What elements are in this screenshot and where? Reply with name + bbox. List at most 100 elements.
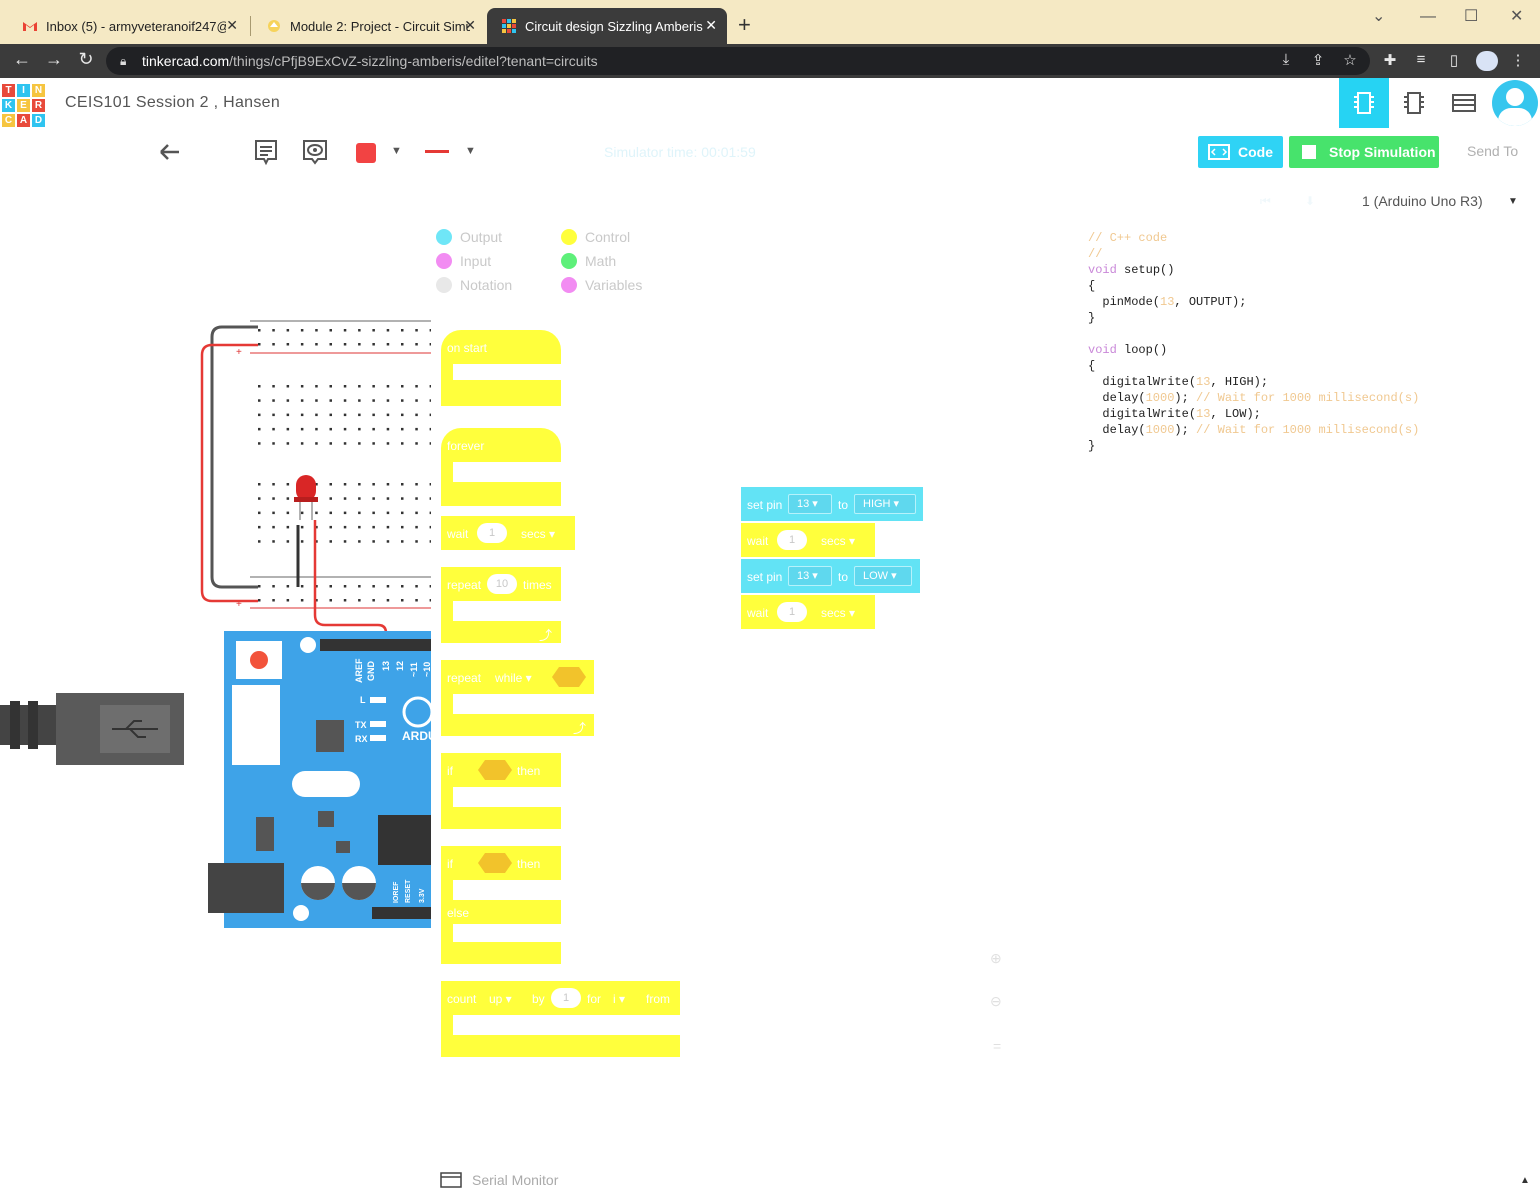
secs-dropdown[interactable]: secs ▾ (821, 534, 855, 548)
new-tab-button[interactable]: + (738, 12, 751, 38)
block-footer (441, 807, 561, 829)
forever-block[interactable]: forever (441, 428, 561, 462)
repeat-while-block[interactable]: repeat while ▾ (441, 660, 594, 694)
color-swatch[interactable] (356, 143, 376, 163)
wait-value-input[interactable]: 1 (477, 523, 507, 543)
url-field[interactable]: 🔒︎ tinkercad.com/things/cPfjB9ExCvZ-sizz… (106, 47, 1370, 75)
zoom-in-icon[interactable]: ⊕ (990, 950, 1002, 967)
tinkercad-logo[interactable]: T I N K E R C A D (2, 82, 46, 127)
pin-dropdown[interactable]: 13 ▾ (788, 494, 832, 514)
legend-variables[interactable]: Variables (561, 277, 642, 293)
chevron-down-icon[interactable]: ▼ (391, 145, 402, 157)
close-icon[interactable]: ✕ (464, 17, 476, 34)
chevron-down-icon[interactable]: ⌄ (1372, 6, 1385, 26)
circuit-canvas[interactable]: + + AREF GND 13 12 ~11 ~10 L TX RX ARD I… (0, 315, 431, 930)
chevron-down-icon[interactable]: ▼ (1508, 196, 1518, 207)
usb-cable[interactable] (0, 693, 184, 765)
pin-dropdown[interactable]: 13 ▾ (788, 566, 832, 586)
condition-slot[interactable] (551, 666, 587, 688)
zoom-out-icon[interactable]: ⊖ (990, 993, 1002, 1010)
chevron-down-icon[interactable]: ▼ (465, 145, 476, 157)
chip-select[interactable]: 1 (Arduino Uno R3) (1362, 193, 1483, 209)
menu-icon[interactable]: ⋮ (1508, 51, 1528, 69)
stop-simulation-button[interactable]: Stop Simulation (1289, 136, 1439, 168)
schematic-view-button[interactable] (1389, 78, 1439, 128)
fit-icon[interactable]: = (993, 1038, 1001, 1054)
on-start-block[interactable]: on start (441, 330, 561, 364)
close-icon[interactable]: ✕ (226, 17, 238, 34)
star-icon[interactable]: ☆ (1340, 51, 1360, 69)
legend-output[interactable]: Output (436, 229, 502, 245)
side-panel-icon[interactable]: ▯ (1444, 51, 1464, 69)
repeat-count-input[interactable]: 10 (487, 574, 517, 594)
legend-math[interactable]: Math (561, 253, 616, 269)
set-pin-high-block[interactable]: set pin 13 ▾ to HIGH ▾ (741, 487, 923, 521)
loop-arrow-icon: ⤴ (573, 721, 587, 736)
repeat-block[interactable]: repeat 10 times (441, 567, 561, 601)
tab-tinkercad[interactable]: Circuit design Sizzling Amberis | T ✕ (487, 8, 727, 44)
user-avatar[interactable] (1492, 80, 1538, 126)
set-pin-low-block[interactable]: set pin 13 ▾ to LOW ▾ (741, 559, 920, 593)
reload-icon[interactable]: ↻ (74, 49, 98, 70)
forward-icon[interactable]: → (42, 49, 66, 70)
count-by-input[interactable]: 1 (551, 988, 581, 1008)
if-else-block[interactable]: if then (441, 846, 561, 880)
legend-label: Math (585, 253, 617, 269)
serial-monitor-button[interactable]: Serial Monitor (440, 1172, 558, 1188)
if-block[interactable]: if then (441, 753, 561, 787)
debug-icon[interactable]: ⬇ (1305, 194, 1315, 208)
legend-input[interactable]: Input (436, 253, 491, 269)
undo-icon[interactable] (158, 141, 182, 163)
url-path: /things/cPfjB9ExCvZ-sizzling-amberis/edi… (229, 53, 598, 69)
state-dropdown[interactable]: LOW ▾ (854, 566, 912, 586)
chip-icon (1404, 92, 1424, 114)
wait-value-input[interactable]: 1 (777, 602, 807, 622)
variable-dropdown[interactable]: i ▾ (613, 992, 625, 1006)
close-icon[interactable]: ✕ (705, 17, 717, 34)
wait-block-1[interactable]: wait 1 secs ▾ (741, 523, 875, 557)
circuit-view-button[interactable] (1339, 78, 1389, 128)
while-dropdown[interactable]: while ▾ (495, 671, 532, 685)
legend-control[interactable]: Control (561, 229, 630, 245)
wait-block-2[interactable]: wait 1 secs ▾ (741, 595, 875, 629)
close-window-icon[interactable]: ✕ (1510, 6, 1523, 26)
secs-dropdown[interactable]: secs ▾ (821, 606, 855, 620)
share-icon[interactable]: ⇪ (1308, 51, 1328, 69)
reset-button[interactable] (250, 651, 268, 669)
tab-module[interactable]: Module 2: Project - Circuit Simula ✕ (252, 8, 486, 44)
notes-icon[interactable] (254, 139, 278, 167)
code-line: digitalWrite(13, HIGH); (1088, 375, 1269, 389)
lock-icon[interactable]: 🔒︎ (120, 47, 126, 75)
tab-gmail[interactable]: Inbox (5) - armyveteranoif247@g ✕ (8, 8, 248, 44)
notes-toggle-icon[interactable] (302, 139, 328, 167)
minimize-icon[interactable]: — (1420, 8, 1436, 26)
legend-notation[interactable]: Notation (436, 277, 512, 293)
component-list-button[interactable] (1439, 78, 1489, 128)
upload-icon[interactable]: ⏮ (1260, 194, 1271, 209)
project-title[interactable]: CEIS101 Session 2 , Hansen (65, 94, 280, 112)
send-to-button[interactable]: Send To (1467, 143, 1518, 159)
brand-label: ARDU (402, 729, 431, 743)
code-editor[interactable]: // C++ code // void setup() { pinMode(13, O… (1088, 230, 1419, 454)
back-icon[interactable]: ← (10, 49, 34, 70)
wire-style-icon[interactable] (425, 150, 449, 153)
profile-avatar[interactable] (1476, 51, 1498, 71)
install-icon[interactable]: ⤓ (1276, 51, 1296, 68)
maximize-icon[interactable]: ☐ (1464, 6, 1478, 26)
state-dropdown[interactable]: HIGH ▾ (854, 494, 916, 514)
condition-slot[interactable] (477, 852, 513, 874)
count-block[interactable]: count up ▾ by 1 for i ▾ from (441, 981, 680, 1015)
condition-slot[interactable] (477, 759, 513, 781)
else-row: else (441, 900, 561, 924)
chevron-up-icon[interactable]: ▲ (1520, 1175, 1530, 1186)
usb-port (232, 685, 280, 765)
wait-block[interactable]: wait 1 secs ▾ (441, 516, 575, 550)
wait-value-input[interactable]: 1 (777, 530, 807, 550)
up-dropdown[interactable]: up ▾ (489, 992, 512, 1006)
breadboard[interactable] (232, 318, 431, 613)
block-label: then (517, 764, 541, 778)
code-button[interactable]: Code (1198, 136, 1283, 168)
secs-dropdown[interactable]: secs ▾ (521, 527, 555, 541)
reading-list-icon[interactable]: ≡ (1411, 51, 1431, 68)
extensions-icon[interactable]: ✚ (1380, 51, 1400, 69)
